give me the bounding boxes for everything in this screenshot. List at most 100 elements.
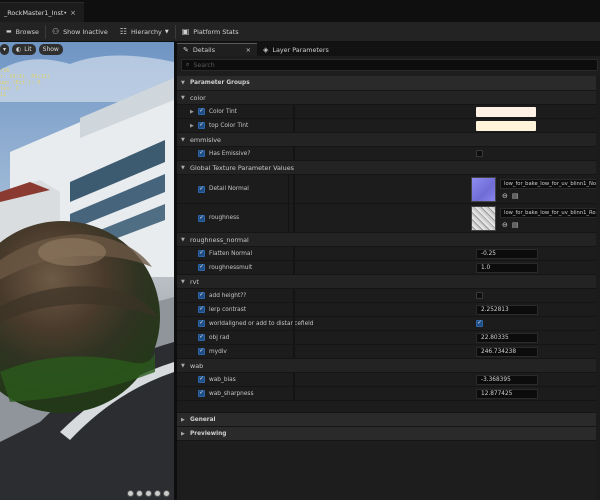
texture-asset-picker[interactable]: low_for_bake_low_for_uv_blinn1_Roughness [500, 207, 600, 218]
tab-layer-parameters[interactable]: ◈ Layer Parameters [257, 43, 335, 56]
override-checkbox[interactable]: ✓ [198, 306, 205, 313]
property-label: Detail Normal [209, 186, 249, 192]
show-inactive-button[interactable]: ⚇ Show Inactive [46, 22, 114, 42]
spacer [177, 401, 600, 413]
property-label: obj rad [209, 334, 230, 341]
chevron-down-icon: ▼ [181, 362, 185, 369]
group-global-texture-parameter-values[interactable]: ▼ Global Texture Parameter Values [177, 161, 600, 175]
color-swatch[interactable] [476, 106, 536, 117]
property-list: ▼ Parameter Groups ▼ color ▶ ✓ Color Tin… [177, 76, 600, 441]
number-input[interactable]: 12.877425 [476, 388, 538, 399]
override-checkbox[interactable]: ✓ [198, 376, 205, 383]
value-checkbox[interactable] [476, 292, 483, 299]
category-general[interactable]: ▶ General [177, 413, 600, 427]
category-label: Parameter Groups [190, 80, 250, 86]
override-checkbox[interactable]: ✓ [198, 292, 205, 299]
show-button[interactable]: Show [38, 44, 63, 55]
preview-cylinder-button[interactable] [127, 490, 134, 497]
property-label: roughnessmult [209, 264, 253, 271]
search-input[interactable]: ⌕ Search [181, 59, 598, 71]
search-row: ⌕ Search [177, 56, 600, 74]
property-row: ▶ ✓ Color Tint [177, 105, 600, 119]
preview-sphere-button[interactable] [136, 490, 143, 497]
override-checkbox[interactable]: ✓ [198, 122, 205, 129]
override-checkbox[interactable]: ✓ [198, 108, 205, 115]
override-checkbox[interactable]: ✓ [198, 264, 205, 271]
number-input[interactable]: 1.0 [476, 262, 538, 273]
document-tab[interactable]: _RockMaster1_Inst • × [0, 2, 84, 22]
browse-asset-icon[interactable]: ▤ [512, 192, 519, 200]
override-checkbox[interactable]: ✓ [198, 320, 205, 327]
override-checkbox[interactable]: ✓ [198, 250, 205, 257]
close-tab-icon[interactable]: × [70, 9, 76, 17]
property-row: ✓ Flatten Normal -0.25 [177, 247, 600, 261]
material-preview-viewport[interactable]: ▾ ◐ Lit Show /16 r: VS(3), PS(12) ups (E… [0, 42, 174, 500]
group-emmisive[interactable]: ▼ emmisive [177, 133, 600, 147]
property-label: Color Tint [209, 108, 237, 115]
property-row: ✓ obj rad 22.80335 [177, 331, 600, 345]
use-selected-icon[interactable]: ⊖ [502, 221, 508, 229]
override-checkbox[interactable]: ✓ [198, 334, 205, 341]
search-placeholder: Search [193, 61, 215, 69]
override-checkbox[interactable]: ✓ [198, 214, 205, 222]
number-input[interactable]: -0.25 [476, 248, 538, 259]
property-row: ✓ mydiv 246.734238 [177, 345, 600, 359]
override-checkbox[interactable]: ✓ [198, 348, 205, 355]
platform-stats-button[interactable]: ▣ Platform Stats [176, 22, 245, 42]
category-parameter-groups[interactable]: ▼ Parameter Groups [177, 76, 600, 91]
preview-mesh-button[interactable] [163, 490, 170, 497]
stat-line: 12 [0, 92, 7, 99]
group-rvt[interactable]: ▼ rvt [177, 275, 600, 289]
property-row: ✓ roughnessmult 1.0 [177, 261, 600, 275]
color-swatch[interactable] [476, 120, 536, 131]
preview-cube-button[interactable] [154, 490, 161, 497]
number-input[interactable]: 22.80335 [476, 332, 538, 343]
tab-details[interactable]: ✎ Details × [177, 43, 257, 56]
show-inactive-label: Show Inactive [63, 27, 108, 36]
close-icon[interactable]: × [246, 46, 251, 54]
platform-stats-label: Platform Stats [193, 27, 239, 36]
texture-asset-picker[interactable]: low_for_bake_low_for_uv_blinn1_Normal [500, 178, 600, 189]
search-icon: ⌕ [186, 61, 190, 68]
chevron-right-icon[interactable]: ▶ [190, 109, 194, 115]
number-input[interactable]: -3.368395 [476, 374, 538, 385]
chevron-down-icon: ▼ [181, 136, 185, 143]
chevron-down-icon: ▼ [181, 80, 185, 86]
property-label: Flatten Normal [209, 250, 253, 257]
group-label: color [190, 93, 206, 102]
override-checkbox[interactable]: ✓ [198, 390, 205, 397]
scrollbar[interactable] [596, 76, 600, 500]
browse-button[interactable]: ▬ Browse [0, 22, 45, 42]
property-label: top Color Tint [209, 122, 249, 129]
group-roughness-normal[interactable]: ▼ roughness_normal [177, 233, 600, 247]
chevron-right-icon[interactable]: ▶ [190, 123, 194, 129]
property-row: ✓ wab_sharpness 12.877425 [177, 387, 600, 401]
hierarchy-button[interactable]: ☷ Hierarchy ▼ [114, 22, 175, 42]
property-row: ▶ ✓ top Color Tint [177, 119, 600, 133]
property-row: ✓ wab_bias -3.368395 [177, 373, 600, 387]
toolbar: ▬ Browse ⚇ Show Inactive ☷ Hierarchy ▼ ▣… [0, 22, 600, 42]
property-label: add height?? [209, 292, 247, 299]
chevron-down-icon: ▼ [181, 278, 185, 285]
value-checkbox[interactable] [476, 150, 483, 157]
number-input[interactable]: 2.252813 [476, 304, 538, 315]
override-checkbox[interactable]: ✓ [198, 150, 205, 157]
category-previewing[interactable]: ▶ Previewing [177, 427, 600, 441]
preview-plane-button[interactable] [145, 490, 152, 497]
lit-mode-button[interactable]: ◐ Lit [12, 44, 36, 55]
use-selected-icon[interactable]: ⊖ [502, 192, 508, 200]
number-input[interactable]: 246.734238 [476, 346, 538, 357]
document-tab-title: _RockMaster1_Inst [4, 8, 64, 17]
tab-layer-parameters-label: Layer Parameters [272, 45, 329, 54]
texture-thumbnail-normal[interactable] [471, 176, 496, 202]
override-checkbox[interactable]: ✓ [198, 185, 205, 193]
show-label: Show [42, 46, 59, 53]
property-label: wab_sharpness [209, 390, 254, 397]
viewport-options-button[interactable]: ▾ [0, 44, 10, 55]
texture-thumbnail-roughness[interactable] [471, 205, 496, 231]
group-wab[interactable]: ▼ wab [177, 359, 600, 373]
value-checkbox[interactable]: ✓ [476, 320, 483, 327]
chevron-right-icon: ▶ [181, 430, 185, 437]
browse-asset-icon[interactable]: ▤ [512, 221, 519, 229]
group-color[interactable]: ▼ color [177, 91, 600, 105]
